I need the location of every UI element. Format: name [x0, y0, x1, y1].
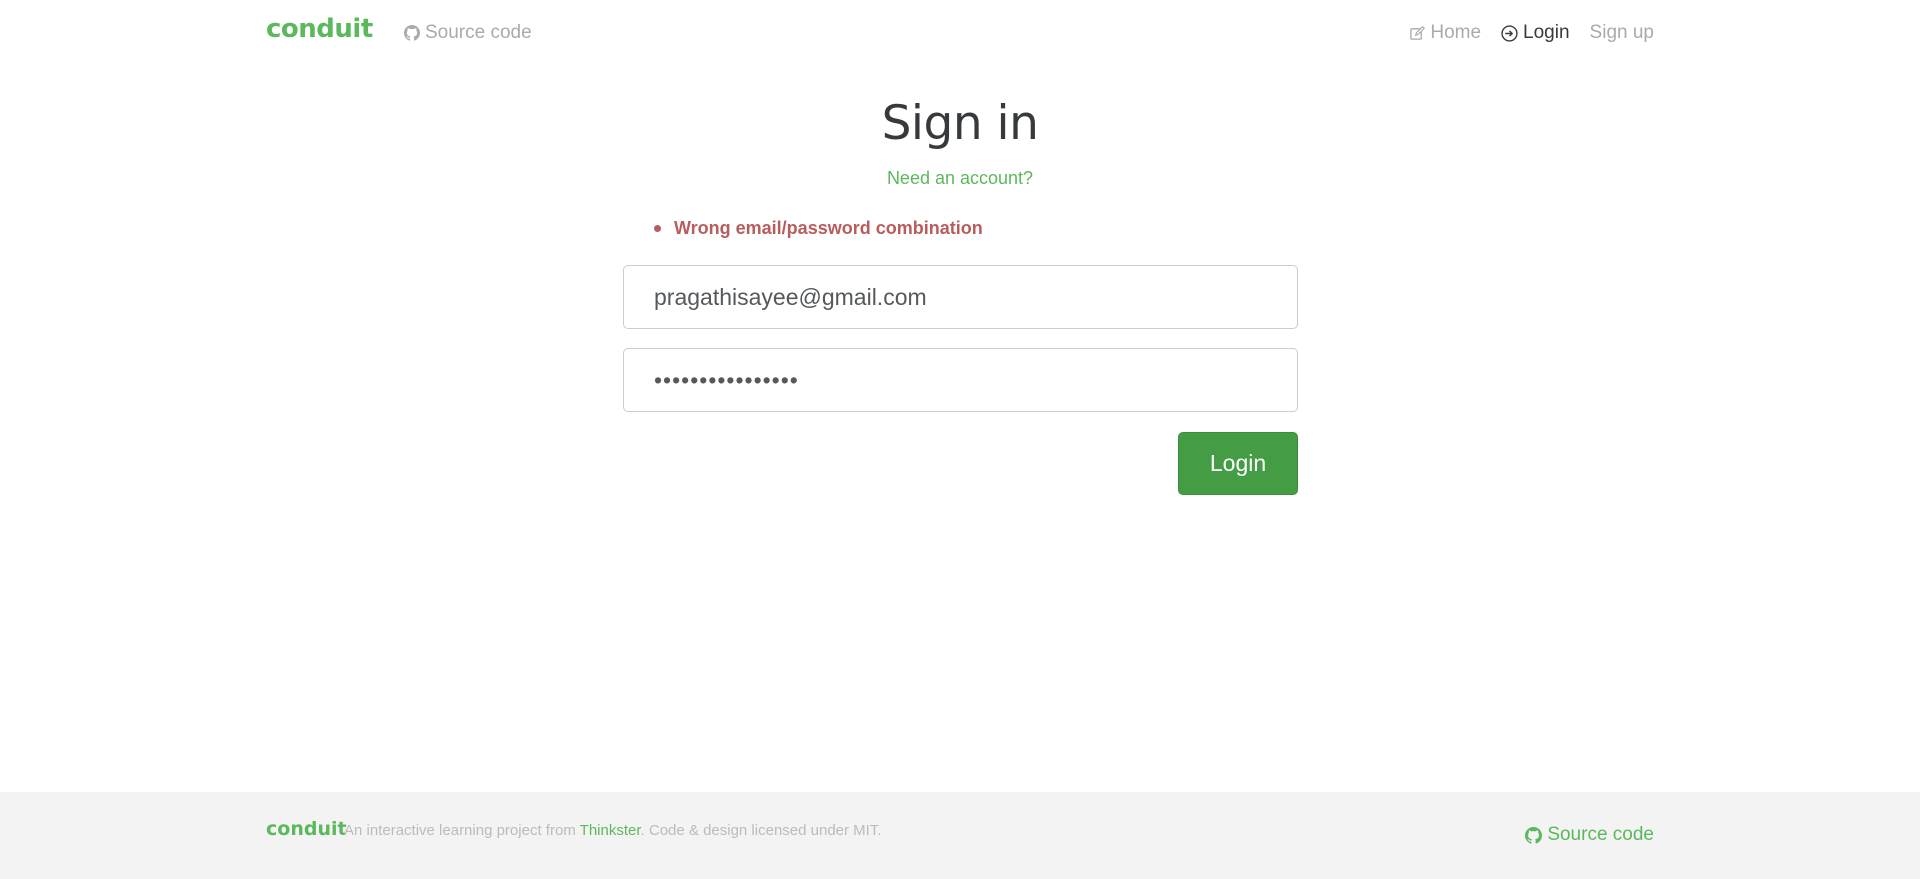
- bullet-icon: [654, 225, 661, 232]
- nav-login-link[interactable]: Login: [1501, 22, 1570, 44]
- nav-home-label: Home: [1430, 22, 1482, 43]
- navbar: conduit Source code Home Login Sign up: [0, 0, 1920, 68]
- error-message: Wrong email/password combination: [650, 218, 983, 239]
- source-code-link[interactable]: Source code: [404, 22, 532, 44]
- footer-text-after: . Code & design licensed under MIT.: [640, 822, 882, 839]
- footer-text-before: An interactive learning project from: [344, 822, 580, 839]
- page-title: Sign in: [881, 96, 1039, 151]
- footer-brand-logo[interactable]: conduit: [266, 818, 347, 840]
- error-messages: Wrong email/password combination: [650, 218, 983, 239]
- sign-in-icon: [1501, 24, 1518, 42]
- nav-home-link[interactable]: Home: [1410, 22, 1481, 44]
- github-icon: [1525, 826, 1543, 844]
- footer-source-code-label: Source code: [1547, 824, 1654, 845]
- error-text: Wrong email/password combination: [674, 218, 983, 238]
- nav-links: Home Login Sign up: [1410, 22, 1654, 44]
- email-field[interactable]: [623, 265, 1298, 329]
- footer-source-code-link[interactable]: Source code: [1525, 824, 1654, 846]
- footer: conduit An interactive learning project …: [0, 792, 1920, 879]
- need-account-paragraph: Need an account?: [0, 168, 1920, 189]
- password-field[interactable]: [623, 348, 1298, 412]
- brand-logo[interactable]: conduit: [266, 14, 373, 44]
- edit-icon: [1410, 25, 1426, 41]
- need-account-link[interactable]: Need an account?: [887, 168, 1033, 188]
- nav-login-label: Login: [1523, 22, 1570, 43]
- login-button[interactable]: Login: [1178, 432, 1298, 495]
- source-code-label: Source code: [425, 22, 532, 43]
- footer-attribution: An interactive learning project from Thi…: [344, 822, 882, 839]
- github-icon: [404, 25, 420, 41]
- nav-signup-link[interactable]: Sign up: [1590, 22, 1654, 44]
- thinkster-link[interactable]: Thinkster: [580, 822, 641, 839]
